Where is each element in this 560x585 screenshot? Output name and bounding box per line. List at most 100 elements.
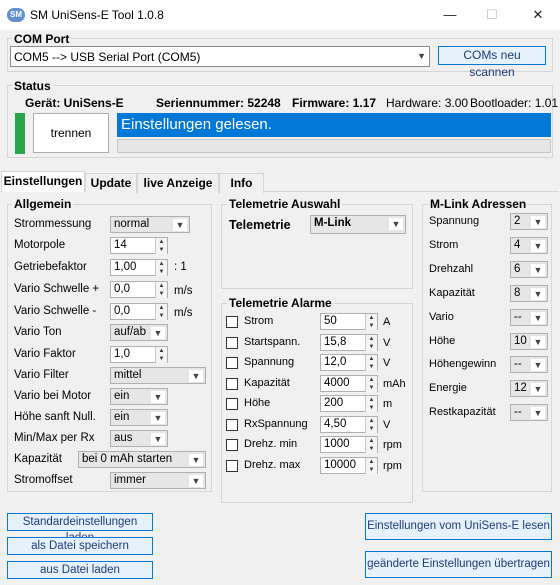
- alarm-checkbox[interactable]: [226, 439, 238, 451]
- spin-up-icon[interactable]: ▲: [365, 334, 377, 343]
- chevron-down-icon: ▼: [531, 263, 545, 276]
- vario-filter-select[interactable]: mittel ▼: [110, 367, 206, 384]
- allgemein-title: Allgemein: [12, 197, 74, 211]
- motorpole-spinner[interactable]: 14 ▲ ▼: [110, 237, 168, 254]
- mlink-address-select[interactable]: -- ▼: [510, 404, 548, 422]
- spin-up-icon[interactable]: ▲: [365, 314, 377, 322]
- hoehe-sanft-null-select[interactable]: ein ▼: [110, 409, 168, 426]
- vario-schwelle-minus-spinner[interactable]: 0,0 ▲ ▼: [110, 303, 168, 320]
- tab-update[interactable]: Update: [85, 173, 137, 193]
- chevron-down-icon: ▼: [417, 51, 426, 61]
- mlink-address-select[interactable]: -- ▼: [510, 308, 548, 326]
- chevron-down-icon: ▼: [189, 454, 203, 466]
- alarm-spinner[interactable]: 200 ▲ ▼: [320, 395, 378, 412]
- maximize-icon[interactable]: ☐: [474, 0, 510, 30]
- write-settings-button[interactable]: geänderte Einstellungen übertragen: [365, 551, 552, 578]
- spin-down-icon[interactable]: ▼: [365, 342, 377, 351]
- spin-up-icon[interactable]: ▲: [365, 416, 377, 425]
- spin-down-icon[interactable]: ▼: [155, 312, 167, 320]
- alarm-spinner[interactable]: 4000 ▲ ▼: [320, 374, 378, 392]
- vario-ton-select[interactable]: auf/ab ▼: [110, 324, 168, 341]
- spin-up-icon[interactable]: ▲: [155, 304, 167, 312]
- vario-faktor-spinner[interactable]: 1,0 ▲ ▼: [110, 346, 168, 363]
- alarm-checkbox[interactable]: [226, 377, 238, 390]
- spin-down-icon[interactable]: ▼: [365, 322, 377, 330]
- chevron-down-icon: ▼: [173, 219, 187, 231]
- spin-up-icon[interactable]: ▲: [365, 437, 377, 445]
- telemetrie-select[interactable]: M-Link ▼: [310, 215, 406, 234]
- chevron-down-icon: ▼: [531, 239, 545, 252]
- getriebefaktor-spinner[interactable]: 1,00 ▲ ▼: [110, 259, 168, 276]
- alarm-spinner[interactable]: 12,0 ▲ ▼: [320, 354, 378, 371]
- read-settings-button[interactable]: Einstellungen vom UniSens-E lesen: [365, 513, 552, 540]
- mlink-address-select[interactable]: -- ▼: [510, 356, 548, 374]
- mlink-address-select[interactable]: 6 ▼: [510, 260, 548, 278]
- spin-down-icon[interactable]: ▼: [155, 355, 167, 363]
- alarm-spinner[interactable]: 10000 ▲ ▼: [320, 456, 378, 474]
- minmax-rx-select[interactable]: aus ▼: [110, 430, 168, 447]
- mlink-address-select[interactable]: 8 ▼: [510, 284, 548, 302]
- rescan-button[interactable]: COMs neu scannen: [438, 46, 546, 79]
- spin-up-icon[interactable]: ▲: [365, 396, 377, 404]
- spin-down-icon[interactable]: ▼: [365, 383, 377, 392]
- stromoffset-select[interactable]: immer ▼: [110, 472, 206, 489]
- vario-schwelle-plus-spinner[interactable]: 0,0 ▲ ▼: [110, 281, 168, 298]
- mlink-address-select[interactable]: 10 ▼: [510, 332, 548, 350]
- vario-bei-motor-select[interactable]: ein ▼: [110, 388, 168, 405]
- alarm-label: Spannung: [244, 356, 295, 368]
- spin-up-icon[interactable]: ▲: [155, 260, 167, 268]
- alarm-checkbox[interactable]: [226, 398, 238, 410]
- spin-up-icon[interactable]: ▲: [365, 355, 377, 363]
- load-file-button[interactable]: aus Datei laden: [7, 561, 153, 579]
- spin-up-icon[interactable]: ▲: [155, 282, 167, 290]
- motorpole-value: 14: [114, 239, 127, 251]
- spin-down-icon[interactable]: ▼: [155, 246, 167, 254]
- alarm-label: Startspann.: [244, 335, 301, 348]
- kapazitaet-select[interactable]: bei 0 mAh starten ▼: [78, 451, 206, 468]
- mlink-address-select[interactable]: 4 ▼: [510, 236, 548, 254]
- alarm-spinner[interactable]: 1000 ▲ ▼: [320, 436, 378, 453]
- spin-down-icon[interactable]: ▼: [365, 424, 377, 433]
- kapazitaet-label: Kapazität: [14, 453, 62, 465]
- spin-down-icon[interactable]: ▼: [155, 268, 167, 276]
- alarm-unit: V: [383, 336, 391, 349]
- alarm-spinner[interactable]: 4,50 ▲ ▼: [320, 415, 378, 433]
- load-defaults-button[interactable]: Standardeinstellungen laden: [7, 513, 153, 544]
- alarm-spinner[interactable]: 50 ▲ ▼: [320, 313, 378, 330]
- mlink-address-select[interactable]: 2 ▼: [510, 213, 548, 230]
- alarm-checkbox[interactable]: [226, 418, 238, 431]
- mlink-label: Höhe: [429, 334, 456, 347]
- mlink-label: Höhengewinn: [429, 358, 497, 371]
- mlink-address-select[interactable]: 12 ▼: [510, 380, 548, 398]
- spin-down-icon[interactable]: ▼: [365, 445, 377, 453]
- spin-up-icon[interactable]: ▲: [155, 238, 167, 246]
- spin-up-icon[interactable]: ▲: [365, 375, 377, 384]
- spin-down-icon[interactable]: ▼: [365, 465, 377, 474]
- spin-down-icon[interactable]: ▼: [155, 290, 167, 298]
- mlink-address-value: --: [514, 310, 522, 323]
- mlink-address-value: 6: [514, 262, 521, 275]
- spin-up-icon[interactable]: ▲: [155, 347, 167, 355]
- close-icon[interactable]: ✕: [520, 0, 556, 30]
- alarm-checkbox[interactable]: [226, 316, 238, 328]
- disconnect-button[interactable]: trennen: [33, 113, 109, 153]
- minimize-icon[interactable]: —: [432, 0, 468, 30]
- alarm-spinner[interactable]: 15,8 ▲ ▼: [320, 333, 378, 351]
- strommessung-select[interactable]: normal ▼: [110, 216, 190, 233]
- spin-up-icon[interactable]: ▲: [365, 457, 377, 466]
- tab-info[interactable]: Info: [219, 173, 264, 193]
- save-file-button[interactable]: als Datei speichern: [7, 537, 153, 555]
- tab-live-anzeige[interactable]: live Anzeige: [137, 173, 219, 193]
- vario-bei-motor-label: Vario bei Motor: [14, 390, 92, 402]
- alarm-checkbox[interactable]: [226, 459, 238, 472]
- alarm-value: 15,8: [324, 335, 347, 348]
- alarm-checkbox[interactable]: [226, 357, 238, 369]
- stromoffset-value: immer: [114, 474, 146, 486]
- alarm-checkbox[interactable]: [226, 336, 238, 349]
- spin-down-icon[interactable]: ▼: [365, 363, 377, 371]
- telemetrie-alarme-title: Telemetrie Alarme: [227, 296, 334, 310]
- window-title: SM UniSens-E Tool 1.0.8: [30, 8, 164, 22]
- com-port-select[interactable]: COM5 --> USB Serial Port (COM5) ▼: [10, 46, 430, 67]
- tab-einstellungen[interactable]: Einstellungen: [1, 171, 85, 192]
- spin-down-icon[interactable]: ▼: [365, 404, 377, 412]
